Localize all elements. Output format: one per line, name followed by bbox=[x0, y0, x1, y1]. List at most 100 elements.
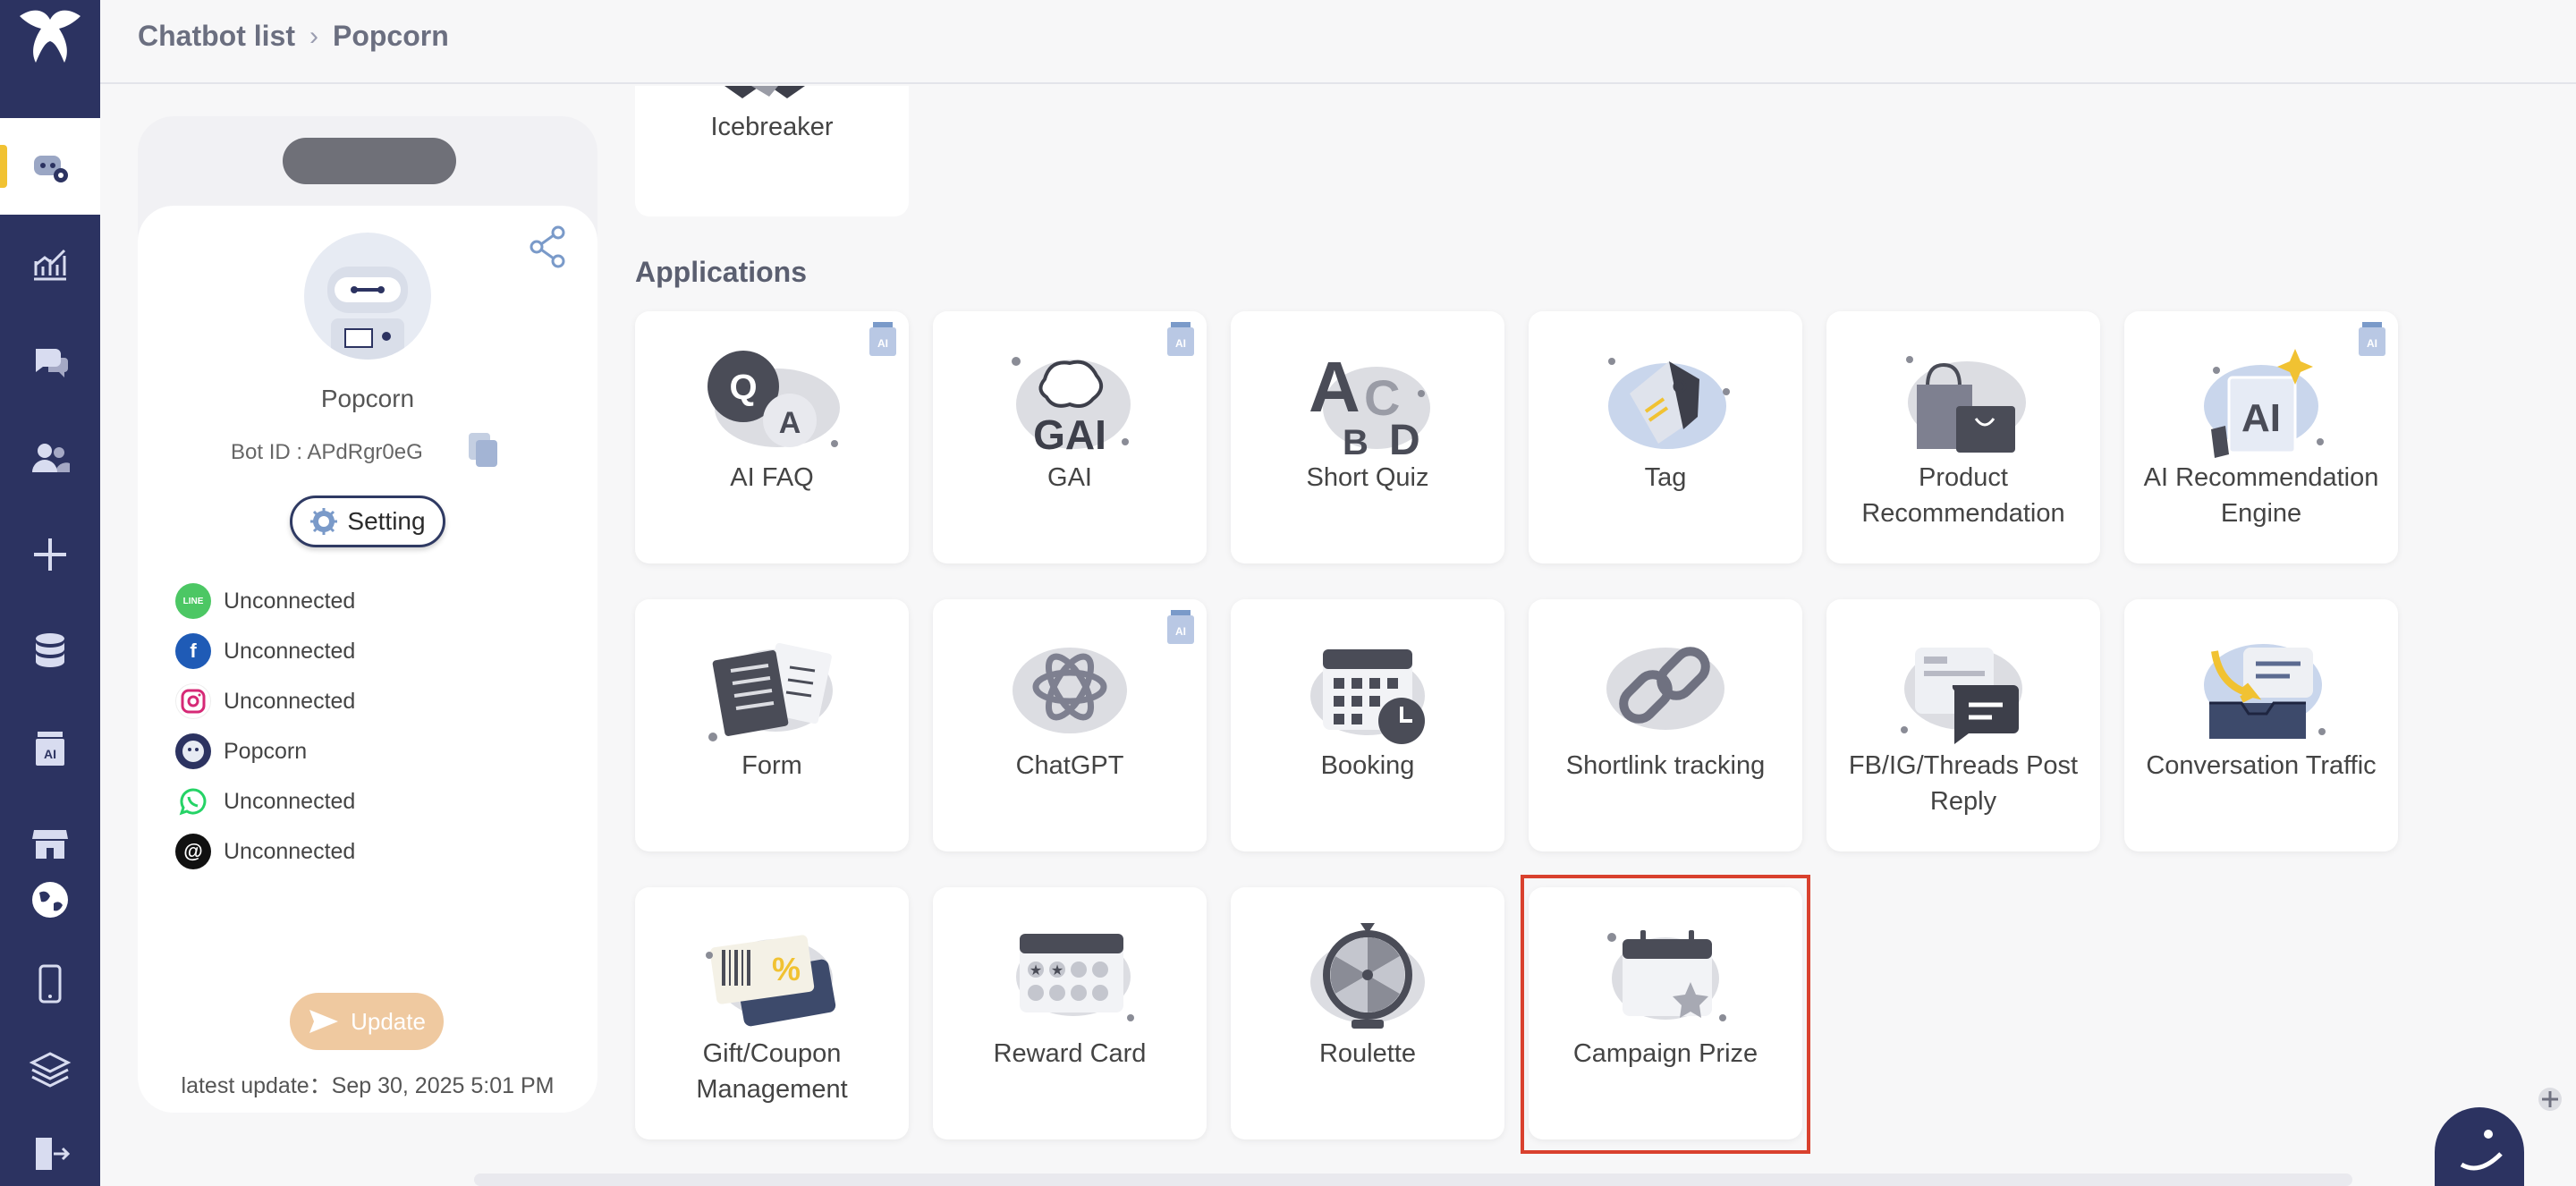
channel-web[interactable]: Popcorn bbox=[175, 726, 355, 776]
tile-gai[interactable]: GAI AI GAI bbox=[933, 311, 1207, 563]
tile-label: Form bbox=[741, 751, 802, 780]
shopping-bags-icon bbox=[1906, 356, 2026, 453]
chat-bubbles-icon bbox=[36, 349, 68, 377]
selection-highlight bbox=[1521, 875, 1810, 1154]
link-chain-icon bbox=[1606, 647, 1724, 730]
drag-handle-icon[interactable] bbox=[2537, 1086, 2563, 1113]
channel-threads[interactable]: @ Unconnected bbox=[175, 826, 355, 877]
main-content: Icebreaker Applications Q A AI AI FAQ GA… bbox=[635, 86, 2576, 1186]
channel-status: Unconnected bbox=[224, 788, 356, 814]
tile-label: Short Quiz bbox=[1306, 463, 1429, 492]
setting-label: Setting bbox=[347, 507, 426, 535]
copy-icon[interactable] bbox=[465, 431, 503, 469]
nav-ai[interactable]: AI bbox=[0, 699, 100, 796]
tile-label: AI FAQ bbox=[730, 463, 814, 492]
breadcrumb-current: Popcorn bbox=[332, 20, 449, 52]
tile-label: Booking bbox=[1320, 751, 1415, 780]
tile-label: ChatGPT bbox=[1015, 751, 1124, 780]
ai-badge-icon: AI bbox=[1167, 322, 1194, 356]
tile-tag[interactable]: Tag bbox=[1529, 311, 1802, 563]
instagram-icon bbox=[175, 683, 211, 719]
device-notch bbox=[283, 138, 456, 184]
web-chat-icon bbox=[175, 733, 211, 769]
tile-label: AI Recommendation Engine bbox=[2143, 463, 2379, 528]
svg-text:AI: AI bbox=[2367, 337, 2377, 350]
svg-text:%: % bbox=[772, 951, 801, 987]
nav-analytics[interactable] bbox=[0, 216, 100, 313]
breadcrumb-chatbot-list[interactable]: Chatbot list bbox=[138, 20, 295, 53]
tile-form[interactable]: Form bbox=[635, 599, 909, 851]
channel-line[interactable]: LINE Unconnected bbox=[175, 576, 355, 626]
tile-icebreaker[interactable]: Icebreaker bbox=[635, 86, 909, 216]
qa-bubbles-icon: Q A bbox=[708, 351, 840, 447]
nav-chatbot-settings[interactable] bbox=[0, 118, 100, 215]
robot-settings-icon bbox=[34, 156, 68, 182]
tile-roulette[interactable]: Roulette bbox=[1231, 887, 1504, 1139]
gear-icon bbox=[310, 508, 338, 535]
tag-label-icon bbox=[1608, 358, 1730, 449]
nav-users[interactable] bbox=[0, 410, 100, 506]
nav-globe[interactable] bbox=[0, 851, 100, 948]
roulette-wheel-icon bbox=[1310, 923, 1425, 1029]
tile-reward-card[interactable]: ★ ★ Reward Card bbox=[933, 887, 1207, 1139]
database-icon bbox=[36, 633, 64, 667]
line-icon: LINE bbox=[175, 583, 211, 619]
tile-product-recommendation[interactable]: Product Recommendation bbox=[1826, 311, 2100, 563]
coupon-ticket-icon: % bbox=[706, 935, 836, 1027]
form-documents-icon bbox=[708, 642, 833, 741]
tile-booking[interactable]: Booking bbox=[1231, 599, 1504, 851]
support-chat-icon[interactable] bbox=[2426, 1098, 2533, 1186]
icebreaker-illustration-icon bbox=[724, 86, 805, 98]
nav-mobile[interactable] bbox=[0, 936, 100, 1032]
tile-label: Tag bbox=[1644, 463, 1687, 492]
chevron-right-icon: › bbox=[309, 21, 318, 51]
update-button[interactable]: Update bbox=[290, 993, 444, 1050]
tile-chatgpt[interactable]: AI ChatGPT bbox=[933, 599, 1207, 851]
bot-info-card: Popcorn Bot ID : APdRgr0eG Setting LINE … bbox=[138, 206, 597, 1113]
tile-conversation-traffic[interactable]: Conversation Traffic bbox=[2124, 599, 2398, 851]
abcd-letters-icon: A C B D bbox=[1309, 347, 1430, 460]
nav-database[interactable] bbox=[0, 603, 100, 699]
nav-conversations[interactable] bbox=[0, 313, 100, 410]
bot-id: Bot ID : APdRgr0eG bbox=[231, 440, 423, 464]
setting-button[interactable]: Setting bbox=[290, 496, 445, 547]
svg-text:★: ★ bbox=[1030, 962, 1042, 978]
tile-label: GAI bbox=[1047, 463, 1092, 492]
tile-gift-coupon-management[interactable]: % Gift/Coupon Management bbox=[635, 887, 909, 1139]
svg-text:Q: Q bbox=[729, 368, 757, 407]
tile-shortlink-tracking[interactable]: Shortlink tracking bbox=[1529, 599, 1802, 851]
update-label: Update bbox=[351, 1007, 426, 1035]
tile-post-reply[interactable]: FB/IG/Threads Post Reply bbox=[1826, 599, 2100, 851]
bot-preview-panel: Popcorn Bot ID : APdRgr0eG Setting LINE … bbox=[138, 116, 597, 1113]
channel-facebook[interactable]: f Unconnected bbox=[175, 626, 355, 676]
applications-title: Applications bbox=[635, 256, 808, 288]
svg-text:AI: AI bbox=[877, 337, 888, 350]
channel-status: Unconnected bbox=[224, 838, 356, 864]
svg-text:AI: AI bbox=[1175, 337, 1186, 350]
svg-text:GAI: GAI bbox=[1033, 411, 1106, 458]
channel-status: Unconnected bbox=[224, 688, 356, 714]
share-icon[interactable] bbox=[528, 225, 567, 268]
nav-add[interactable] bbox=[0, 506, 100, 603]
logout-icon bbox=[36, 1138, 71, 1170]
tile-label: Roulette bbox=[1318, 1039, 1416, 1068]
tile-label: Icebreaker bbox=[710, 113, 834, 141]
send-icon bbox=[309, 1010, 339, 1033]
svg-text:AI: AI bbox=[44, 747, 56, 761]
nav-logout[interactable] bbox=[0, 1106, 100, 1186]
channel-whatsapp[interactable]: Unconnected bbox=[175, 776, 355, 826]
whatsapp-icon bbox=[175, 784, 211, 819]
tile-short-quiz[interactable]: A C B D Short Quiz bbox=[1231, 311, 1504, 563]
nav-layers[interactable] bbox=[0, 1021, 100, 1118]
ai-jar-icon: AI bbox=[36, 732, 64, 766]
bot-name: Popcorn bbox=[320, 385, 415, 412]
tile-ai-recommendation-engine[interactable]: AI AI AI Recommendation Engine bbox=[2124, 311, 2398, 563]
avatar bbox=[304, 233, 431, 360]
manta-logo-icon[interactable] bbox=[14, 0, 86, 68]
threads-icon: @ bbox=[175, 834, 211, 869]
channel-instagram[interactable]: Unconnected bbox=[175, 676, 355, 726]
last-update-text: latest update：Sep 30, 2025 5:01 PM bbox=[181, 1073, 555, 1098]
breadcrumb: Chatbot list › Popcorn bbox=[138, 20, 449, 53]
ai-badge-icon: AI bbox=[869, 322, 896, 356]
tile-ai-faq[interactable]: Q A AI AI FAQ bbox=[635, 311, 909, 563]
